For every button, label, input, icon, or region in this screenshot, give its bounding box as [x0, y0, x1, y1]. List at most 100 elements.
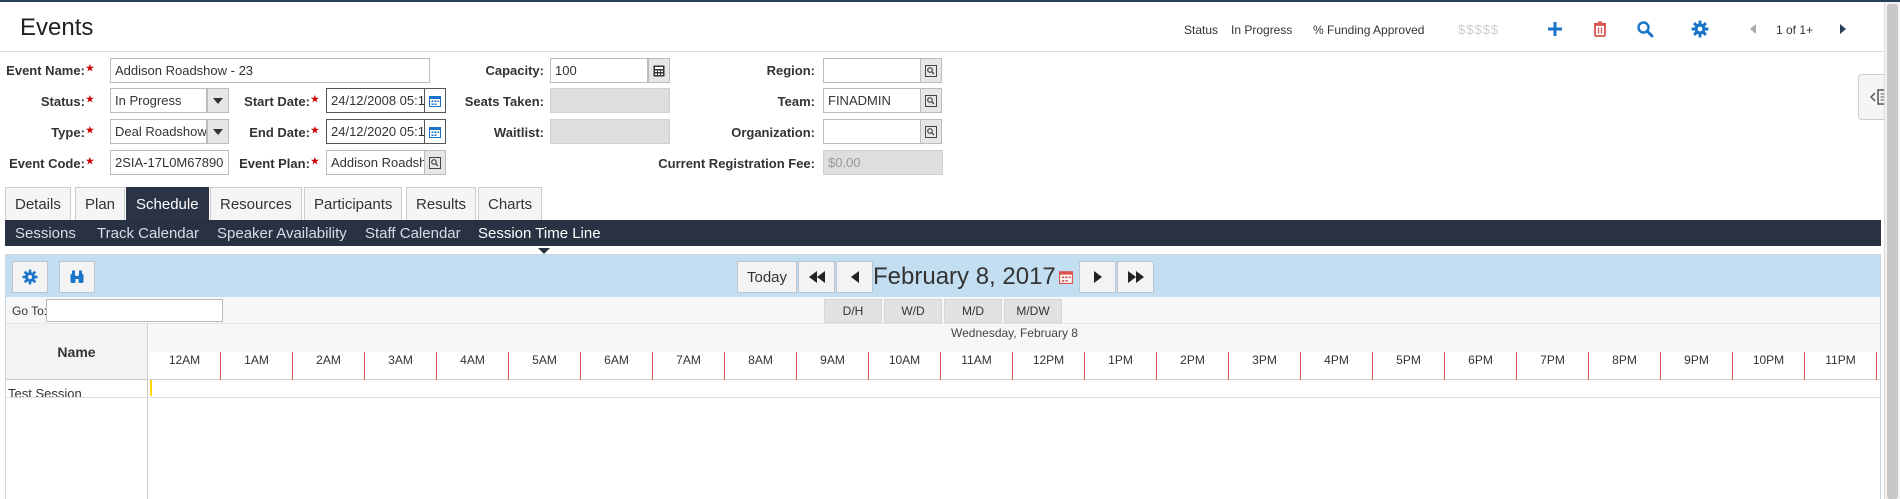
name-column-header: Name [6, 324, 147, 380]
binoculars-icon [70, 270, 84, 283]
goto-input[interactable] [46, 299, 223, 322]
double-right-arrow-icon [1127, 271, 1144, 283]
tab-participants[interactable]: Participants [304, 187, 403, 220]
left-arrow-icon [850, 271, 859, 283]
view-month-dayweek-button[interactable]: M/DW [1004, 299, 1062, 323]
next-day-button[interactable] [1079, 261, 1116, 293]
hour-column-label: 3PM [1229, 352, 1301, 380]
hour-column-label: 12AM [149, 352, 221, 380]
organization-lookup-icon[interactable] [920, 119, 942, 144]
previous-day-button[interactable] [836, 261, 873, 293]
subtab-sessions[interactable]: Sessions [15, 225, 76, 242]
type-dropdown-button[interactable] [207, 119, 229, 144]
capacity-calculator-icon[interactable] [648, 58, 670, 83]
day-header: Wednesday, February 8 [149, 324, 1880, 352]
previous-record-icon[interactable] [1744, 20, 1762, 38]
current-fee-input: $0.00 [823, 150, 943, 175]
tab-schedule[interactable]: Schedule [126, 187, 209, 220]
seats-taken-input [550, 88, 670, 113]
hour-header-row: 12AM 1AM 2AM 3AM 4AM 5AM 6AM 7AM 8AM 9AM 10AM 11AM 1… [149, 352, 1880, 380]
hour-column-label: 8PM [1589, 352, 1661, 380]
hour-column-label: 12PM [1013, 352, 1085, 380]
timeline-grid: Wednesday, February 8 12AM 1AM 2AM 3AM 4AM 5A… [6, 324, 1880, 499]
date-picker-icon[interactable] [1059, 270, 1073, 287]
team-input[interactable]: FINADMIN [823, 88, 921, 113]
organization-input[interactable] [823, 119, 921, 144]
double-left-arrow-icon [808, 271, 825, 283]
region-input[interactable] [823, 58, 921, 83]
delete-icon[interactable] [1591, 20, 1609, 38]
add-icon[interactable] [1546, 20, 1564, 38]
team-lookup-icon[interactable] [920, 88, 942, 113]
session-timeline-scheduler: Today February 8, 2017 Go To: D/H W/D M/… [5, 254, 1881, 499]
event-name-label: Event Name:★ [6, 63, 94, 78]
tab-resources[interactable]: Resources [210, 187, 302, 220]
subtab-staff-calendar[interactable]: Staff Calendar [365, 225, 461, 242]
row-divider [149, 397, 1880, 398]
funding-rating: $$$$$ [1458, 22, 1500, 37]
gear-icon [22, 269, 38, 285]
scheduler-find-button[interactable] [59, 261, 95, 293]
hour-column-label: 10AM [869, 352, 941, 380]
hour-column-label: 2PM [1157, 352, 1229, 380]
event-plan-lookup-icon[interactable] [424, 150, 446, 175]
hour-column-label: 6PM [1445, 352, 1517, 380]
hour-column-label: 5PM [1373, 352, 1445, 380]
search-icon[interactable] [1636, 20, 1654, 38]
hour-column-label: 10PM [1733, 352, 1805, 380]
tab-details[interactable]: Details [5, 187, 71, 220]
session-row-marker[interactable] [150, 380, 152, 396]
name-column: Name Test Session [6, 324, 148, 499]
goto-row: Go To: D/H W/D M/D M/DW [6, 297, 1880, 324]
gear-icon[interactable] [1691, 20, 1709, 38]
next-record-icon[interactable] [1834, 20, 1852, 38]
current-fee-label: Current Registration Fee: [658, 156, 815, 171]
today-button[interactable]: Today [737, 261, 797, 293]
tab-results[interactable]: Results [406, 187, 477, 220]
scheduler-settings-button[interactable] [12, 261, 48, 293]
session-row-name[interactable]: Test Session [8, 386, 82, 401]
view-week-day-button[interactable]: W/D [884, 299, 942, 323]
start-date-calendar-icon[interactable] [424, 88, 446, 113]
status-select[interactable]: In Progress [110, 88, 207, 113]
type-label: Type:★ [51, 125, 94, 140]
hour-column-label: 9AM [797, 352, 869, 380]
event-name-input[interactable]: Addison Roadshow - 23 [110, 58, 430, 83]
status-label: Status [1184, 23, 1219, 37]
hour-column-label: 2AM [293, 352, 365, 380]
schedule-subnav: Sessions Track Calendar Speaker Availabi… [5, 220, 1881, 246]
tab-charts[interactable]: Charts [478, 187, 543, 220]
page-title: Events [20, 14, 94, 41]
vertical-scrollbar[interactable] [1884, 2, 1900, 499]
hour-column-label: 1PM [1085, 352, 1157, 380]
right-arrow-icon [1093, 271, 1102, 283]
previous-week-button[interactable] [798, 261, 835, 293]
scheduler-date-title: February 8, 2017 [873, 263, 1056, 290]
subtab-session-time-line[interactable]: Session Time Line [478, 225, 601, 242]
status-dropdown-button[interactable] [207, 88, 229, 113]
status-value: In Progress [1231, 23, 1293, 37]
type-select[interactable]: Deal Roadshow [110, 119, 207, 144]
hour-column-label: 7AM [653, 352, 725, 380]
tab-plan[interactable]: Plan [75, 187, 126, 220]
view-day-hour-button[interactable]: D/H [824, 299, 882, 323]
event-plan-input[interactable]: Addison Roadsho [326, 150, 425, 175]
subtab-track-calendar[interactable]: Track Calendar [97, 225, 199, 242]
hour-column-label: 1AM [221, 352, 293, 380]
end-date-input[interactable]: 24/12/2020 05:1 [326, 119, 425, 144]
scrollbar-thumb[interactable] [1887, 4, 1898, 499]
start-date-input[interactable]: 24/12/2008 05:1 [326, 88, 425, 113]
hour-column-label: 11PM [1805, 352, 1877, 380]
subtab-speaker-availability[interactable]: Speaker Availability [217, 225, 347, 242]
view-month-day-button[interactable]: M/D [944, 299, 1002, 323]
hour-column-label: 3AM [365, 352, 437, 380]
goto-label: Go To: [12, 304, 48, 318]
event-code-label: Event Code:★ [9, 156, 94, 171]
status-field-label: Status:★ [40, 94, 94, 109]
region-lookup-icon[interactable] [920, 58, 942, 83]
end-date-calendar-icon[interactable] [424, 119, 446, 144]
row-divider [6, 397, 149, 398]
capacity-input[interactable]: 100 [550, 58, 648, 83]
event-code-input[interactable]: 2SIA-17L0M67890 [110, 150, 229, 175]
next-week-button[interactable] [1117, 261, 1154, 293]
